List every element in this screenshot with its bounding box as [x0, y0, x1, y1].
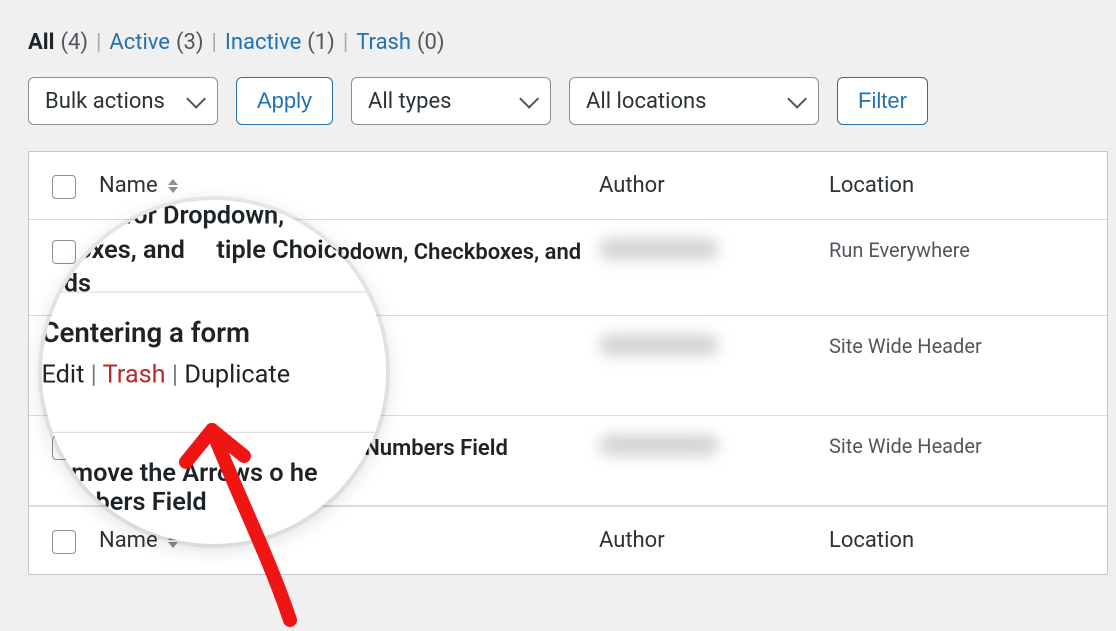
chevron-down-icon: [519, 89, 539, 109]
row-author-cell: [599, 434, 829, 461]
edit-action[interactable]: Edit: [42, 361, 84, 390]
column-name-label: Name: [99, 173, 158, 198]
select-all-checkbox[interactable]: [52, 175, 76, 199]
column-location-footer[interactable]: Location: [829, 528, 1109, 553]
column-location-header[interactable]: Location: [829, 173, 1109, 198]
locations-select[interactable]: All locations: [569, 77, 819, 125]
trash-action[interactable]: Trash: [103, 361, 166, 390]
filter-label: Filter: [858, 88, 907, 114]
magnifier-actions: Edit | Trash | Duplicate: [42, 361, 386, 390]
author-blurred: [599, 434, 719, 456]
locations-label: All locations: [586, 89, 706, 114]
apply-label: Apply: [257, 88, 312, 114]
types-label: All types: [368, 89, 452, 114]
magnifier-row-top: for Dropdown, eckboxes, and tiple Choice…: [42, 200, 386, 302]
tab-all[interactable]: All (4): [28, 30, 88, 55]
tab-inactive[interactable]: Inactive (1): [225, 30, 335, 55]
chevron-down-icon: [186, 89, 206, 109]
column-author-footer[interactable]: Author: [599, 528, 829, 553]
select-all-cell: [29, 173, 99, 199]
controls-row: Bulk actions Apply All types All locatio…: [28, 77, 1088, 125]
column-name-header[interactable]: Name: [99, 173, 599, 198]
chevron-down-icon: [787, 89, 807, 109]
magnifier-row-bot: Remove the Arrows o he Numbers Field: [42, 459, 386, 517]
duplicate-action[interactable]: Duplicate: [184, 361, 290, 390]
author-blurred: [599, 238, 719, 260]
sort-icon: [168, 179, 178, 193]
tab-separator: |: [96, 30, 101, 55]
tab-trash[interactable]: Trash (0): [356, 30, 444, 55]
bulk-actions-label: Bulk actions: [45, 89, 165, 114]
magnifier-title: Centering a form: [42, 317, 386, 349]
apply-button[interactable]: Apply: [236, 77, 333, 125]
magnifier-overlay: for Dropdown, eckboxes, and tiple Choice…: [42, 200, 386, 544]
types-select[interactable]: All types: [351, 77, 551, 125]
column-author-header[interactable]: Author: [599, 173, 829, 198]
row-location-cell: Run Everywhere: [829, 238, 1109, 262]
tab-separator: |: [212, 30, 217, 55]
row-author-cell: [599, 238, 829, 265]
author-blurred: [599, 334, 719, 356]
row-author-cell: [599, 334, 829, 361]
row-location-cell: Site Wide Header: [829, 334, 1109, 358]
row-location-cell: Site Wide Header: [829, 434, 1109, 458]
tab-active[interactable]: Active (3): [109, 30, 203, 55]
magnifier-line: for Dropdown,: [42, 200, 386, 234]
filter-tabs: All (4) | Active (3) | Inactive (1) | Tr…: [28, 30, 1088, 55]
filter-button[interactable]: Filter: [837, 77, 928, 125]
tab-separator: |: [343, 30, 348, 55]
magnifier-row-mid: Centering a form Edit | Trash | Duplicat…: [42, 317, 386, 389]
bulk-actions-select[interactable]: Bulk actions: [28, 77, 218, 125]
